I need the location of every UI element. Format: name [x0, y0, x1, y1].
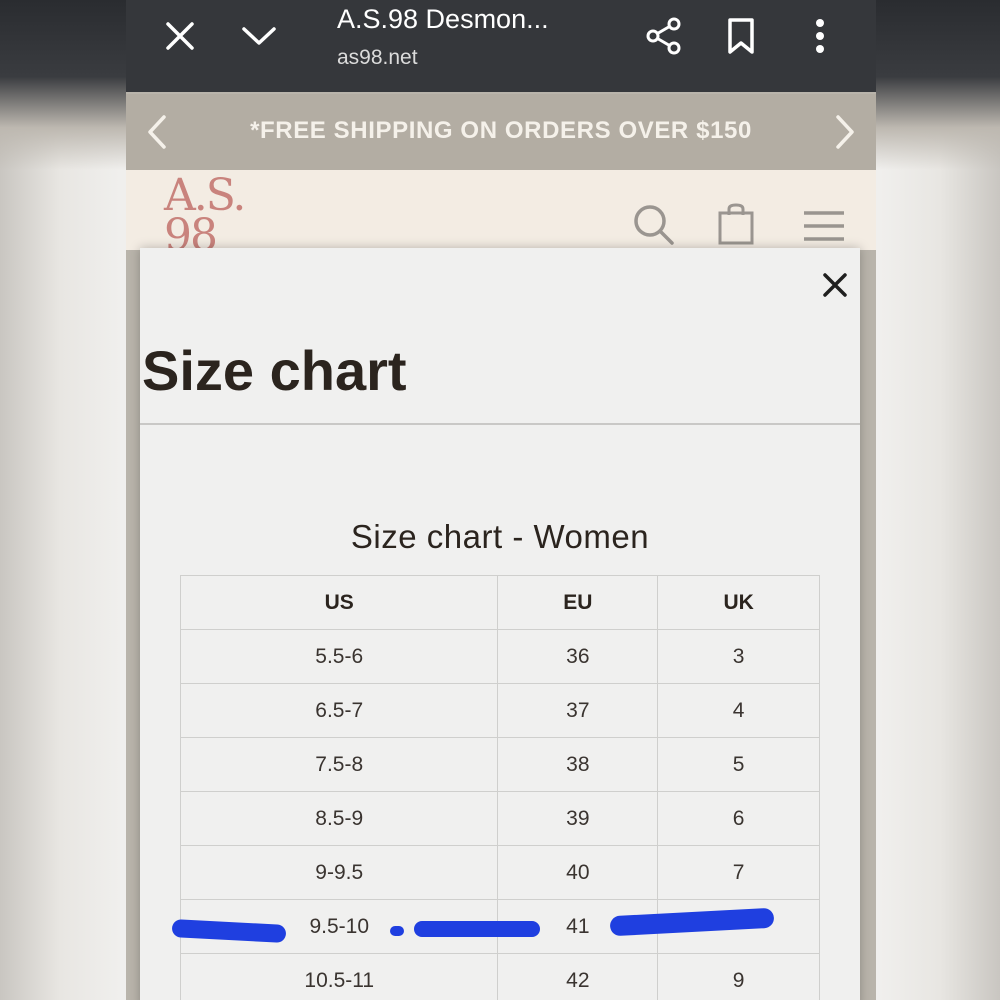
- chevron-down-icon[interactable]: [240, 18, 278, 54]
- logo-line-2: 98: [164, 210, 218, 251]
- table-row: 10.5-11 42 9: [179, 953, 820, 1000]
- table-header-row: US EU UK: [179, 575, 820, 630]
- cell-eu: 39: [497, 791, 659, 846]
- marker-scribble: [414, 921, 540, 937]
- cell-uk: 4: [657, 683, 820, 738]
- cell-uk: 7: [657, 845, 820, 900]
- page-url[interactable]: as98.net: [337, 46, 418, 70]
- divider: [140, 423, 860, 425]
- column-header-eu: EU: [497, 575, 659, 630]
- bookmark-icon[interactable]: [724, 16, 758, 56]
- marker-scribble: [390, 926, 404, 936]
- table-row: 5.5-6 36 3: [179, 629, 820, 684]
- site-header: A.S. 98: [126, 170, 876, 250]
- cell-us: 6.5-7: [179, 683, 499, 738]
- table-row: 9-9.5 40 7: [179, 845, 820, 900]
- menu-icon[interactable]: [802, 208, 846, 244]
- page-title: A.S.98 Desmon...: [337, 4, 549, 34]
- promo-banner: *FREE SHIPPING ON ORDERS OVER $150: [126, 94, 876, 170]
- chart-heading: Size chart - Women: [350, 518, 650, 555]
- column-header-uk: UK: [657, 575, 820, 630]
- table-row: 8.5-9 39 6: [179, 791, 820, 846]
- bag-icon[interactable]: [716, 202, 756, 246]
- cell-eu: 42: [497, 953, 659, 1000]
- cell-eu: 40: [497, 845, 659, 900]
- share-icon[interactable]: [644, 16, 684, 56]
- close-icon[interactable]: [162, 18, 198, 54]
- cell-us: 5.5-6: [179, 629, 499, 684]
- promo-text: *FREE SHIPPING ON ORDERS OVER $150: [250, 117, 752, 144]
- cell-eu: 38: [497, 737, 659, 792]
- more-vert-icon[interactable]: [806, 16, 834, 56]
- search-icon[interactable]: [632, 203, 676, 247]
- size-chart-modal: Size chart Size chart - Women US EU UK 5…: [140, 248, 860, 1000]
- modal-title: Size chart: [142, 339, 407, 402]
- close-icon[interactable]: [820, 270, 850, 300]
- cell-us: 7.5-8: [179, 737, 499, 792]
- table-row: 7.5-8 38 5: [179, 737, 820, 792]
- brand-logo[interactable]: A.S. 98: [164, 174, 246, 251]
- cell-us: 9-9.5: [179, 845, 499, 900]
- cell-uk: 3: [657, 629, 820, 684]
- phone-screen: A.S.98 Desmon... as98.net *FREE SHIPPING…: [126, 0, 876, 1000]
- cell-eu: 36: [497, 629, 659, 684]
- column-header-us: US: [179, 575, 499, 630]
- cell-uk: 5: [657, 737, 820, 792]
- cell-eu: 37: [497, 683, 659, 738]
- cell-us: 10.5-11: [179, 953, 499, 1000]
- cell-us: 8.5-9: [179, 791, 499, 846]
- chevron-right-icon[interactable]: [830, 112, 860, 152]
- table-row: 6.5-7 37 4: [179, 683, 820, 738]
- browser-toolbar: A.S.98 Desmon... as98.net: [126, 0, 876, 92]
- cell-uk: 9: [657, 953, 820, 1000]
- cell-uk: 6: [657, 791, 820, 846]
